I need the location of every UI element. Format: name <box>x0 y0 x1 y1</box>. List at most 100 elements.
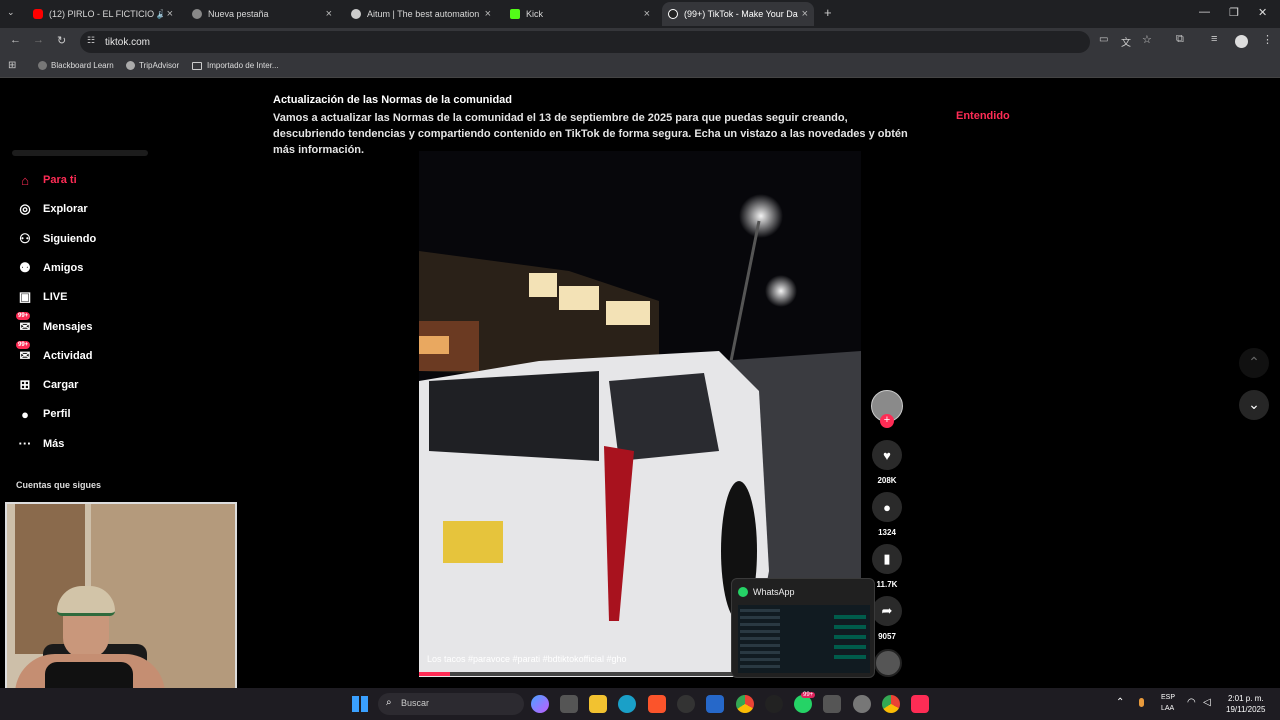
start-icon[interactable] <box>352 696 368 712</box>
upload-icon: ⊞ <box>19 377 31 393</box>
sidebar-item-4[interactable]: ▣ LIVE <box>16 286 68 308</box>
bookmark-label: Importado de Inter... <box>207 61 279 70</box>
toolbar: ← → ↻ ☷ ▭ 文 ☆ ⧉ ≡ ⋮ <box>0 28 1280 56</box>
whatsapp-preview[interactable]: WhatsApp <box>731 578 875 678</box>
tab-5[interactable]: (99+) TikTok - Make Your Day × <box>662 2 814 26</box>
tab-2[interactable]: Nueva pestaña × <box>186 2 338 26</box>
sidebar-item-0[interactable]: ⌂ Para ti <box>16 169 77 191</box>
file-explorer-icon[interactable] <box>589 695 607 713</box>
close-tab-icon[interactable]: × <box>485 8 491 20</box>
tab-3[interactable]: Aitum | The best automation to × <box>345 2 497 26</box>
minimize-icon[interactable]: — <box>1199 6 1210 18</box>
like-button[interactable]: ♥ <box>872 440 902 470</box>
profile-avatar[interactable] <box>1235 35 1248 48</box>
bookmark-label: Blackboard Learn <box>51 61 114 70</box>
chrome-favicon-icon <box>192 9 202 19</box>
translate-icon[interactable]: 文 <box>1121 34 1131 49</box>
sidebar-item-5[interactable]: ✉ 99+ Mensajes <box>16 311 93 338</box>
tab-4[interactable]: Kick × <box>504 2 656 26</box>
sidebar-item-7[interactable]: ⊞ Cargar <box>16 374 79 396</box>
site-info-icon[interactable]: ☷ <box>87 35 95 46</box>
tab-title: Nueva pestaña <box>208 9 269 19</box>
webcam-overlay <box>5 502 237 718</box>
chevron-up-icon: ⌃ <box>1248 354 1260 370</box>
sidebar-item-6[interactable]: ✉ 99+ Actividad <box>16 340 93 367</box>
brave-icon[interactable] <box>648 695 666 713</box>
blackboard-icon <box>38 61 47 70</box>
bookmark-tripadvisor[interactable]: TripAdvisor <box>126 61 179 70</box>
kick-favicon-icon <box>510 9 520 19</box>
notification-badge: 99+ <box>16 311 31 320</box>
wifi-icon[interactable]: ◠ <box>1187 697 1196 708</box>
url-text: tiktok.com <box>105 37 151 48</box>
music-disc[interactable] <box>874 649 902 677</box>
chrome-profile-icon[interactable] <box>882 695 900 713</box>
sidebar-item-3[interactable]: ⚉ Amigos <box>16 257 83 279</box>
sidebar-item-label: Más <box>43 437 65 450</box>
sidebar-item-9[interactable]: ··· Más <box>16 433 65 455</box>
close-tab-icon[interactable]: × <box>326 8 332 20</box>
prev-video-button[interactable]: ⌃ <box>1239 348 1269 378</box>
settings-gear-icon[interactable] <box>853 695 871 713</box>
close-tab-icon[interactable]: × <box>802 8 808 20</box>
save-button[interactable]: ▮ <box>872 544 902 574</box>
share-button[interactable]: ➦ <box>872 596 902 626</box>
tab-title: (99+) TikTok - Make Your Day <box>684 9 798 19</box>
sidebar-item-1[interactable]: ◎ Explorar <box>16 198 87 220</box>
sidebar-item-label: Siguiendo <box>43 232 97 245</box>
store-icon[interactable] <box>560 695 578 713</box>
sidebar-item-label: Cargar <box>43 379 79 392</box>
close-tab-icon[interactable]: × <box>167 8 173 20</box>
obs-icon[interactable] <box>677 695 695 713</box>
aitum-favicon-icon <box>351 9 361 19</box>
bookmark-star-icon[interactable]: ☆ <box>1142 33 1152 46</box>
new-tab-icon[interactable]: + <box>824 5 832 20</box>
address-bar[interactable]: ☷ <box>80 31 1090 53</box>
reading-list-icon[interactable]: ≡ <box>1211 33 1217 45</box>
steam-icon[interactable] <box>765 695 783 713</box>
tab-1[interactable]: (12) PIRLO - EL FICTICIO 🔊 [RI × <box>27 2 179 26</box>
like-count: 208K <box>877 476 897 485</box>
bookmark-blackboard[interactable]: Blackboard Learn <box>38 61 114 70</box>
banner-title: Actualización de las Normas de la comuni… <box>273 94 513 106</box>
back-icon[interactable]: ← <box>10 34 21 46</box>
mail-icon[interactable] <box>706 695 724 713</box>
sidebar-item-8[interactable]: ● Perfil <box>16 403 71 425</box>
chrome-icon[interactable] <box>736 695 754 713</box>
comment-button[interactable]: ● <box>872 492 902 522</box>
whatsapp-icon <box>738 587 748 597</box>
clock-date: 19/11/2025 <box>1226 705 1266 714</box>
sidebar-item-label: Perfil <box>43 408 71 421</box>
close-tab-icon[interactable]: × <box>644 8 650 20</box>
banner-accept-button[interactable]: Entendido <box>956 110 1010 122</box>
forward-icon[interactable]: → <box>33 34 44 46</box>
chat-bubbles <box>834 615 866 665</box>
lang-indicator[interactable]: ESP <box>1161 694 1175 701</box>
sidebar-item-label: Mensajes <box>43 320 93 333</box>
tiktok-app-icon[interactable] <box>911 695 929 713</box>
close-window-icon[interactable]: ✕ <box>1258 6 1267 19</box>
copilot-icon[interactable] <box>531 695 549 713</box>
next-video-button[interactable]: ⌄ <box>1239 390 1269 420</box>
tripadvisor-icon <box>126 61 135 70</box>
volume-icon[interactable]: ◁ <box>1203 697 1211 708</box>
menu-icon[interactable]: ⋮ <box>1262 33 1273 46</box>
tab-title: (12) PIRLO - EL FICTICIO 🔊 [RI <box>49 8 163 19</box>
extensions-icon[interactable]: ⧉ <box>1176 33 1184 46</box>
sidebar-item-2[interactable]: ⚇ Siguiendo <box>16 228 96 250</box>
calculator-icon[interactable] <box>823 695 841 713</box>
edge-icon[interactable] <box>618 695 636 713</box>
bookmark-folder[interactable]: Importado de Inter... <box>192 61 279 70</box>
clock-time[interactable]: 2:01 p. m. <box>1228 694 1264 703</box>
maximize-icon[interactable]: ❐ <box>1229 6 1239 19</box>
taskbar-search[interactable]: ⌕ Buscar <box>378 693 524 715</box>
tab-list-icon[interactable]: ⌄ <box>7 7 15 18</box>
reload-icon[interactable]: ↻ <box>57 34 66 47</box>
video-caption[interactable]: Los tacos #paravoce #parati #bdtiktokoff… <box>427 654 626 664</box>
progress-fill <box>419 672 450 676</box>
tray-chevron-up-icon[interactable]: ⌃ <box>1116 697 1124 708</box>
microphone-icon[interactable] <box>1139 698 1144 707</box>
install-app-icon[interactable]: ▭ <box>1099 34 1108 45</box>
follow-plus-icon[interactable]: + <box>880 414 894 428</box>
apps-icon[interactable]: ⊞ <box>8 60 16 71</box>
